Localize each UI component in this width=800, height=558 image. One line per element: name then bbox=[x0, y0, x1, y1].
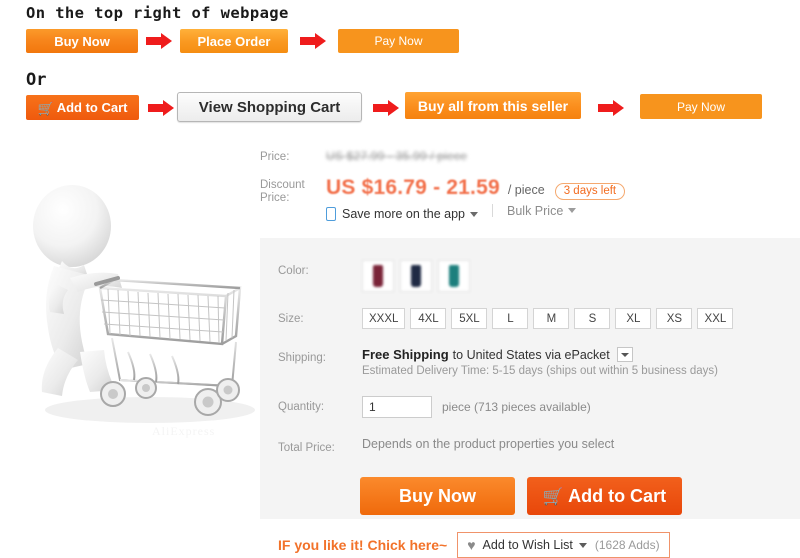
right-arrow-icon bbox=[148, 100, 175, 116]
flow-button-buy-now[interactable]: Buy Now bbox=[26, 29, 138, 53]
cta-row: Buy Now 🛒 Add to Cart bbox=[260, 456, 800, 515]
buy-now-button[interactable]: Buy Now bbox=[360, 477, 515, 515]
price-row: Price: US $27.99 - 35.99 / piece bbox=[260, 148, 800, 165]
add-to-wish-list-button[interactable]: ♥ Add to Wish List (1628 Adds) bbox=[457, 532, 670, 558]
quantity-label: Quantity: bbox=[278, 401, 325, 413]
flow-button-pay-now-top-label: Pay Now bbox=[374, 34, 423, 48]
product-hero-illustration bbox=[0, 138, 258, 448]
quantity-row: Quantity: piece (713 pieces available) bbox=[260, 377, 800, 418]
shipping-dropdown-icon[interactable] bbox=[616, 347, 633, 362]
divider bbox=[492, 204, 493, 217]
add-to-cart-button-label: Add to Cart bbox=[568, 485, 667, 506]
instruction-title: On the top right of webpage bbox=[26, 4, 289, 22]
price-unit: / piece bbox=[507, 183, 545, 197]
chevron-down-icon bbox=[470, 211, 478, 217]
heart-icon: ♥ bbox=[467, 537, 476, 553]
right-arrow-icon bbox=[300, 33, 327, 49]
add-to-wish-list-label: Add to Wish List bbox=[482, 538, 573, 552]
product-options-panel: Color: Size: XXXL 4XL 5XL L M S XL XS XX… bbox=[260, 238, 800, 558]
size-option[interactable]: XXL bbox=[697, 308, 734, 329]
total-price-value: Depends on the product properties you se… bbox=[362, 437, 615, 451]
shipping-row: Shipping: Free Shipping to United States… bbox=[260, 329, 800, 377]
size-option[interactable]: XL bbox=[615, 308, 652, 329]
wishlist-row: IF you like it! Chick here~ ♥ Add to Wis… bbox=[260, 515, 800, 558]
flow-button-view-shopping-cart[interactable]: View Shopping Cart bbox=[177, 92, 362, 122]
right-arrow-icon bbox=[598, 100, 625, 116]
flow-button-buy-all-from-seller[interactable]: Buy all from this seller bbox=[405, 92, 581, 119]
right-arrow-icon bbox=[146, 33, 173, 49]
color-swatch-teal[interactable] bbox=[438, 260, 470, 292]
flow-button-add-to-cart[interactable]: 🛒 Add to Cart bbox=[26, 95, 139, 120]
flow-button-pay-now-bottom[interactable]: Pay Now bbox=[640, 94, 762, 119]
wishlist-hint: IF you like it! Chick here~ bbox=[278, 537, 448, 553]
size-option[interactable]: 4XL bbox=[410, 308, 447, 329]
flow-button-place-order[interactable]: Place Order bbox=[180, 29, 288, 53]
size-option[interactable]: L bbox=[492, 308, 529, 329]
save-on-app-label: Save more on the app bbox=[342, 207, 465, 221]
shipping-destination: to United States via ePacket bbox=[452, 347, 610, 362]
size-option[interactable]: XXXL bbox=[362, 308, 406, 329]
quantity-input[interactable] bbox=[362, 396, 432, 418]
color-swatch-navy[interactable] bbox=[400, 260, 432, 292]
discount-price-value: US $16.79 - 21.59 bbox=[326, 176, 500, 199]
color-row: Color: bbox=[260, 238, 800, 292]
screenshot-root: On the top right of webpage Buy Now Plac… bbox=[0, 0, 800, 558]
color-swatch-list bbox=[362, 260, 470, 292]
size-option[interactable]: 5XL bbox=[451, 308, 488, 329]
original-price: US $27.99 - 35.99 / piece bbox=[326, 149, 468, 163]
or-label: Or bbox=[26, 70, 47, 90]
watermark: AliExpress bbox=[152, 424, 216, 438]
flow-button-pay-now-top[interactable]: Pay Now bbox=[338, 29, 459, 53]
bulk-price-link[interactable]: Bulk Price bbox=[507, 203, 577, 218]
size-option[interactable]: M bbox=[533, 308, 570, 329]
wishlist-count: (1628 Adds) bbox=[594, 538, 660, 552]
shipping-method[interactable]: Free Shipping to United States via ePack… bbox=[362, 347, 718, 362]
price-section: Price: US $27.99 - 35.99 / piece Discoun… bbox=[260, 148, 800, 221]
chevron-down-icon[interactable] bbox=[578, 542, 587, 548]
flow-button-pay-now-bottom-label: Pay Now bbox=[676, 99, 726, 114]
delivery-estimate: Estimated Delivery Time: 5-15 days (ship… bbox=[362, 365, 719, 377]
size-label: Size: bbox=[278, 313, 304, 325]
shipping-label: Shipping: bbox=[278, 352, 326, 364]
price-label: Price: bbox=[260, 151, 290, 163]
shopping-cart-icon: 🛒 bbox=[37, 101, 54, 116]
discount-price-row: Discount Price: US $16.79 - 21.59 / piec… bbox=[260, 176, 800, 221]
size-option-list: XXXL 4XL 5XL L M S XL XS XXL bbox=[362, 308, 734, 329]
stock-note: piece (713 pieces available) bbox=[442, 400, 591, 414]
total-price-label: Total Price: bbox=[278, 442, 335, 454]
flow-button-view-shopping-cart-label: View Shopping Cart bbox=[198, 98, 341, 116]
flow-button-buy-all-from-seller-label: Buy all from this seller bbox=[417, 97, 569, 114]
add-to-cart-button[interactable]: 🛒 Add to Cart bbox=[527, 477, 682, 515]
chevron-down-icon bbox=[568, 208, 577, 213]
discount-price-label: Discount Price: bbox=[260, 179, 305, 204]
mobile-phone-icon bbox=[326, 207, 336, 221]
total-price-row: Total Price: Depends on the product prop… bbox=[260, 418, 800, 456]
flow-button-buy-now-label: Buy Now bbox=[54, 33, 110, 49]
bulk-price-label: Bulk Price bbox=[507, 203, 564, 218]
buy-now-button-label: Buy Now bbox=[398, 485, 476, 506]
size-row: Size: XXXL 4XL 5XL L M S XL XS XXL bbox=[260, 292, 800, 329]
free-shipping-text: Free Shipping bbox=[362, 347, 449, 362]
figure-with-cart-graphic bbox=[33, 185, 255, 423]
color-swatch-burgundy[interactable] bbox=[362, 260, 394, 292]
flow-button-add-to-cart-label: Add to Cart bbox=[56, 100, 128, 115]
size-option[interactable]: XS bbox=[656, 308, 693, 329]
color-label: Color: bbox=[278, 265, 309, 277]
save-on-app-link[interactable]: Save more on the app bbox=[326, 207, 478, 221]
right-arrow-icon bbox=[373, 100, 400, 116]
size-option[interactable]: S bbox=[574, 308, 611, 329]
shopping-cart-icon: 🛒 bbox=[542, 487, 565, 506]
days-left-badge: 3 days left bbox=[554, 183, 626, 200]
flow-button-place-order-label: Place Order bbox=[197, 33, 271, 49]
